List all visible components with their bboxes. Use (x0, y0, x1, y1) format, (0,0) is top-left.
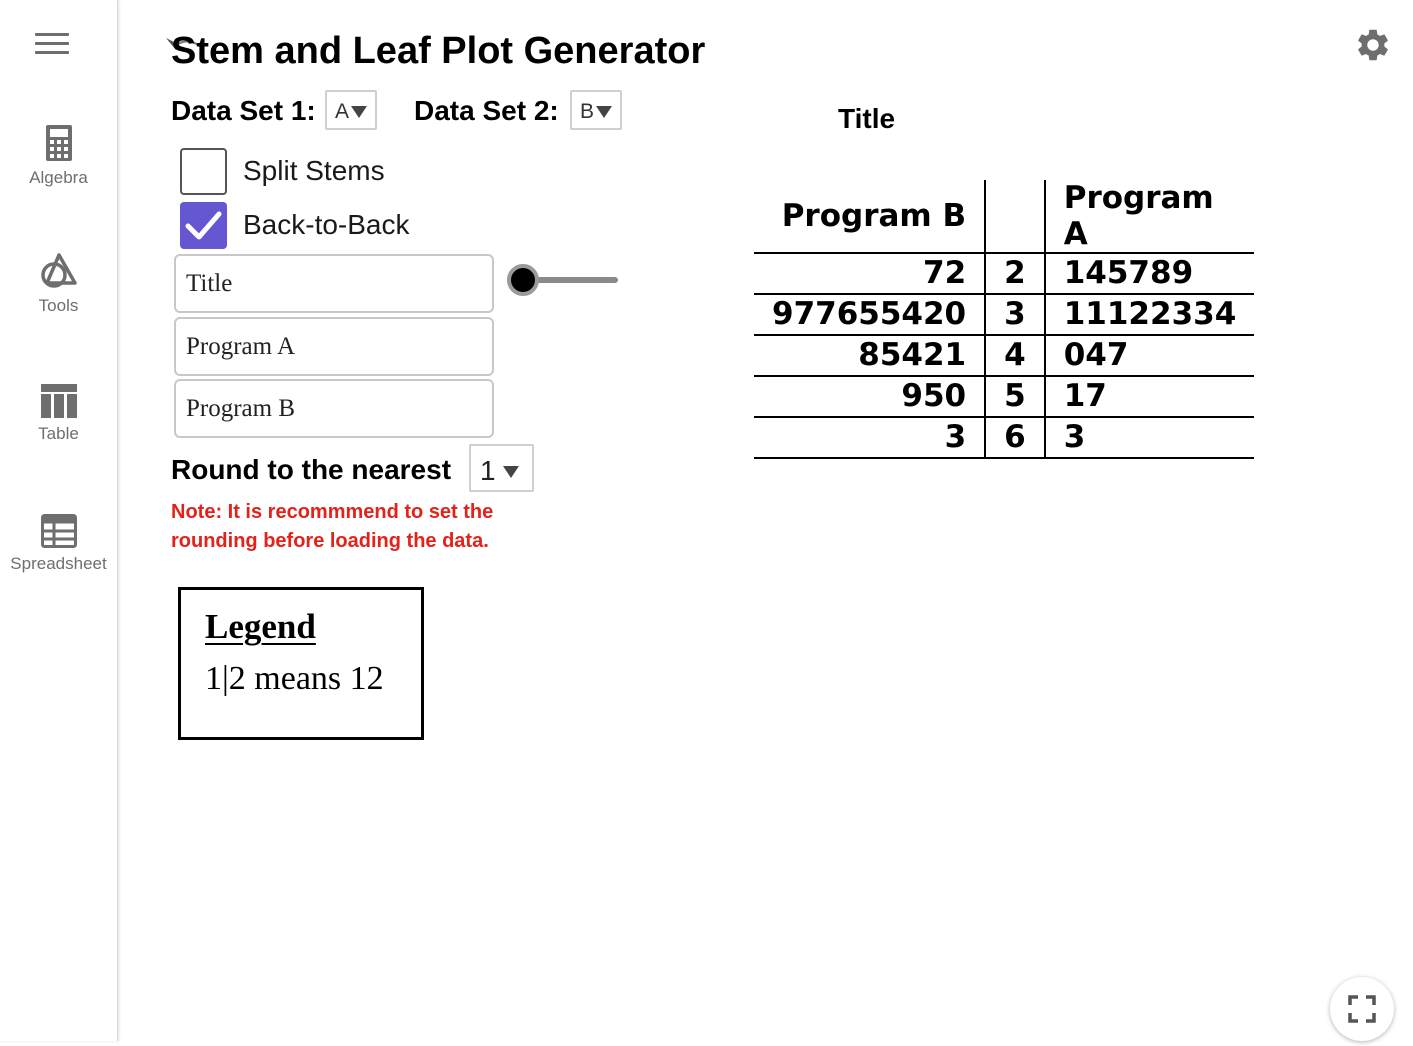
round-label: Round to the nearest (171, 454, 452, 485)
note-line: rounding before loading the data. (171, 530, 489, 552)
program-a-field[interactable]: Program A (174, 317, 494, 376)
sidebar-item-spreadsheet[interactable]: Spreadsheet (0, 514, 117, 574)
right-header: Program A (1044, 180, 1255, 254)
stem: 2 (985, 253, 1046, 295)
chevron-down-icon (351, 106, 367, 118)
sidebar-item-table[interactable]: Table (0, 384, 117, 444)
left-leaves: 72 (754, 253, 987, 295)
table-icon (40, 384, 77, 418)
stem: 5 (985, 376, 1046, 418)
dataset2-select[interactable]: B (570, 90, 622, 130)
split-stems-label: Split Stems (243, 155, 385, 186)
table-row: 3 6 3 (754, 417, 1255, 459)
left-header: Program B (754, 180, 987, 254)
chevron-down-icon (596, 106, 612, 118)
chevron-down-icon (503, 466, 519, 478)
dataset1-label: Data Set 1: (171, 95, 316, 126)
split-stems-checkbox[interactable] (180, 148, 227, 195)
shapes-icon (40, 253, 77, 288)
right-leaves: 11122334 (1044, 294, 1255, 336)
left-leaves: 977655420 (754, 294, 987, 336)
left-leaves: 3 (754, 417, 987, 459)
note-line: Note: It is recommmend to set the (171, 501, 494, 523)
table-row: 85421 4 047 (754, 335, 1255, 377)
calculator-icon (45, 125, 72, 161)
sidebar-item-algebra[interactable]: Algebra (0, 124, 117, 188)
stem-leaf-table: Program B Program A 72 2 145789 97765542… (754, 180, 1255, 459)
stem-header (985, 180, 1046, 254)
table-row: 977655420 3 11122334 (754, 294, 1255, 336)
right-leaves: 145789 (1044, 253, 1255, 295)
rounding-note: Note: It is recommmend to set the roundi… (171, 498, 493, 556)
back-to-back-checkbox[interactable] (180, 202, 227, 249)
back-to-back-label: Back-to-Back (243, 209, 410, 240)
right-leaves: 047 (1044, 335, 1255, 377)
table-header-row: Program B Program A (754, 180, 1255, 254)
sidebar-item-label: Algebra (29, 168, 88, 187)
sidebar: Algebra Tools Table Spreadsheet (0, 0, 118, 1041)
stem: 4 (985, 335, 1046, 377)
round-select[interactable]: 1 (469, 444, 534, 492)
right-leaves: 17 (1044, 376, 1255, 418)
sidebar-item-label: Tools (38, 296, 79, 315)
stem: 3 (985, 294, 1046, 336)
legend-box: Legend 1|2 means 12 (178, 587, 424, 740)
sidebar-item-label: Table (38, 424, 79, 443)
legend-title: Legend (205, 607, 316, 646)
dataset2-label: Data Set 2: (414, 95, 559, 126)
table-row: 950 5 17 (754, 376, 1255, 418)
dataset1-value: A (335, 100, 350, 123)
dataset1-select[interactable]: A (325, 90, 377, 130)
table-row: 72 2 145789 (754, 253, 1255, 295)
program-b-field[interactable]: Program B (174, 379, 494, 438)
checkmark-icon (185, 211, 222, 240)
right-leaves: 3 (1044, 417, 1255, 459)
menu-icon[interactable] (35, 33, 69, 57)
slider-handle[interactable] (507, 264, 539, 296)
gear-icon[interactable] (1354, 26, 1392, 64)
page-title: Stem and Leaf Plot Generator (171, 30, 706, 72)
plot-title: Title (838, 103, 896, 134)
left-leaves: 950 (754, 376, 987, 418)
title-field[interactable]: Title (174, 254, 494, 313)
dataset2-value: B (580, 100, 595, 123)
legend-text: 1|2 means 12 (205, 660, 384, 697)
fullscreen-button[interactable] (1330, 977, 1394, 1041)
left-leaves: 85421 (754, 335, 987, 377)
fullscreen-icon (1348, 995, 1376, 1023)
round-value: 1 (480, 455, 496, 486)
spreadsheet-icon (40, 514, 77, 548)
sidebar-item-label: Spreadsheet (10, 554, 107, 573)
sidebar-item-tools[interactable]: Tools (0, 252, 117, 316)
stem: 6 (985, 417, 1046, 459)
